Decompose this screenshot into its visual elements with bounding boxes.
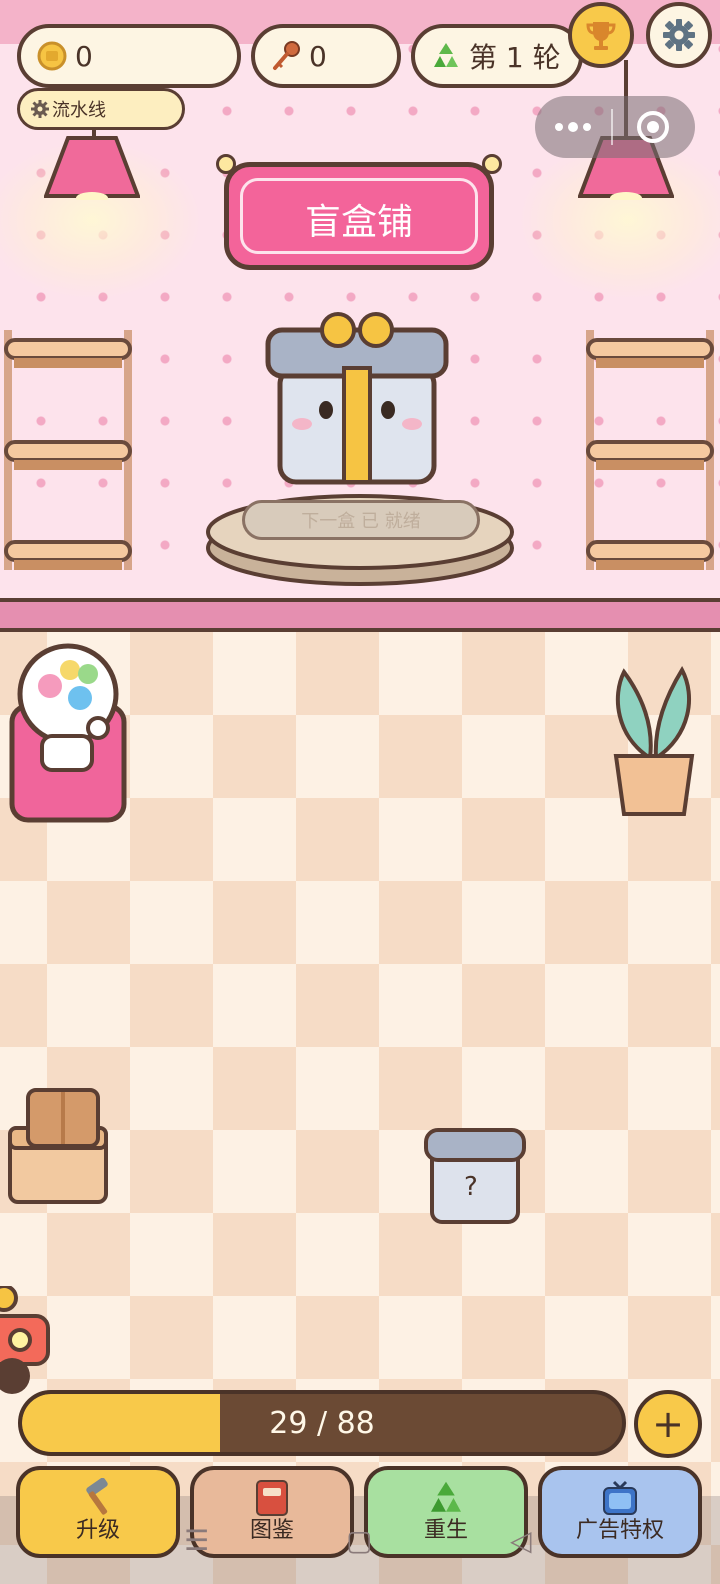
shop-sign-title: 盲盒铺	[304, 202, 413, 243]
shelf-right-board-under	[596, 460, 704, 470]
hammer-icon	[86, 1478, 108, 1515]
more-dots-icon	[555, 122, 591, 132]
miniprogram-capsule	[535, 96, 695, 158]
settings-button[interactable]	[646, 2, 712, 68]
progress-text: 29 / 88	[269, 1405, 375, 1441]
add-capacity-button[interactable]: +	[634, 1390, 702, 1458]
key-icon	[269, 39, 303, 73]
cardboard-box-stack[interactable]	[6, 1086, 110, 1206]
potted-plant	[613, 666, 695, 816]
gear-icon	[31, 100, 49, 118]
pipeline-button[interactable]: 流水线	[17, 88, 185, 130]
shelf-left-board	[4, 440, 132, 462]
shelf-left-board-under	[14, 358, 122, 368]
floor-mystery-box-mark: ?	[464, 1172, 478, 1202]
next-box-hint-text: 下一盒 已 就绪	[301, 511, 421, 532]
toy-car	[0, 1286, 50, 1394]
coin-icon	[35, 39, 69, 73]
book-icon	[256, 1480, 288, 1516]
floor-mystery-box[interactable]	[424, 1126, 532, 1230]
more-menu-button[interactable]	[535, 96, 611, 158]
shelf-left-board	[4, 338, 132, 360]
gumball-machine[interactable]	[8, 642, 128, 826]
pipeline-label: 流水线	[52, 100, 106, 121]
gear-icon	[663, 19, 695, 51]
shop-sign: 盲盒铺	[224, 162, 494, 270]
tv-icon	[603, 1480, 637, 1515]
system-menu-icon[interactable]: ☰	[184, 1524, 209, 1557]
recycle-icon	[431, 1481, 461, 1512]
system-back-icon[interactable]: ◁	[510, 1524, 532, 1557]
shelf-right-board	[586, 338, 714, 360]
key-count: 0	[309, 39, 327, 73]
key-counter: 0	[251, 24, 401, 88]
shelf-right-board-under	[596, 560, 704, 570]
trophy-button[interactable]	[568, 2, 634, 68]
target-icon	[637, 111, 669, 143]
nav-collection-button[interactable]: 图鉴	[190, 1466, 354, 1558]
shelf-right-board	[586, 440, 714, 462]
next-box-hint: 下一盒 已 就绪	[242, 500, 480, 540]
nav-ad-privilege-button[interactable]: 广告特权	[538, 1466, 702, 1558]
plus-icon: +	[652, 1402, 684, 1446]
coin-count: 0	[75, 39, 93, 73]
progress-bar: 29 / 88	[18, 1390, 626, 1456]
shelf-right-board	[586, 540, 714, 562]
shelf-left-board	[4, 540, 132, 562]
shelf-left-board-under	[14, 560, 122, 570]
wall-baseboard	[0, 598, 720, 632]
shelf-right-board-under	[596, 358, 704, 368]
close-miniprogram-button[interactable]	[613, 96, 693, 158]
round-text: 第 1 轮	[469, 41, 561, 74]
round-indicator: 第 1 轮	[411, 24, 583, 88]
system-home-icon[interactable]: ▢	[346, 1524, 372, 1557]
nav-upgrade-button[interactable]: 升级	[16, 1466, 180, 1558]
shelf-left-board-under	[14, 460, 122, 470]
trophy-icon	[586, 22, 616, 50]
lamp-left-icon	[44, 136, 140, 200]
coin-counter: 0	[17, 24, 241, 88]
nav-rebirth-button[interactable]: 重生	[364, 1466, 528, 1558]
mystery-gift-box[interactable]	[262, 310, 452, 490]
recycle-icon	[429, 39, 463, 73]
